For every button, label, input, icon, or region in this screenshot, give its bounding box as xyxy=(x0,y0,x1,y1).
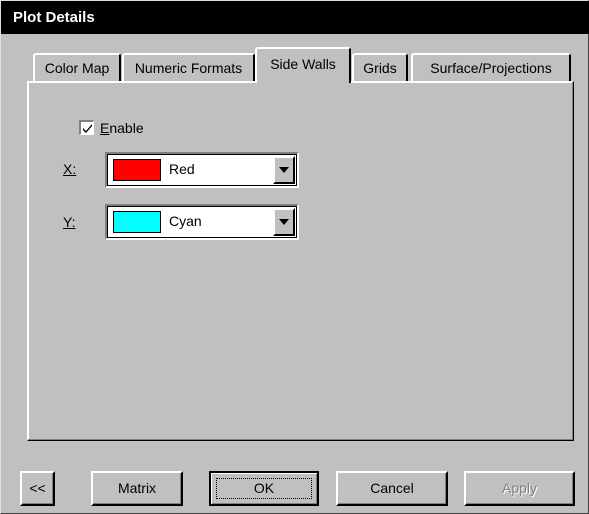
apply-button[interactable]: Apply xyxy=(464,471,575,506)
cancel-button[interactable]: Cancel xyxy=(336,471,448,506)
x-color-dropdown[interactable]: Red xyxy=(105,152,299,188)
plot-details-dialog: Plot Details Color Map Numeric Formats S… xyxy=(0,0,589,514)
y-color-swatch xyxy=(113,211,161,233)
y-dropdown-button[interactable] xyxy=(273,208,295,236)
x-color-value: Red xyxy=(169,161,195,177)
tab-surface-projections[interactable]: Surface/Projections xyxy=(411,53,571,82)
checkmark-icon xyxy=(83,124,92,133)
title-bar[interactable]: Plot Details xyxy=(1,1,589,34)
tab-side-walls[interactable]: Side Walls xyxy=(255,47,351,83)
x-color-swatch xyxy=(113,159,161,181)
window-title: Plot Details xyxy=(13,9,95,26)
tab-numeric-formats[interactable]: Numeric Formats xyxy=(122,53,255,82)
y-color-value: Cyan xyxy=(169,213,202,229)
y-color-label: Y: xyxy=(63,214,76,230)
focus-rectangle xyxy=(216,478,312,499)
x-dropdown-button[interactable] xyxy=(273,156,295,184)
ok-button[interactable]: OK xyxy=(209,471,319,506)
tab-grids[interactable]: Grids xyxy=(352,53,408,82)
dropdown-arrow-icon xyxy=(279,219,289,225)
x-color-label: X: xyxy=(63,161,77,177)
matrix-button[interactable]: Matrix xyxy=(91,471,183,506)
tab-color-map[interactable]: Color Map xyxy=(33,53,121,82)
collapse-button[interactable]: << xyxy=(20,471,55,506)
y-color-dropdown[interactable]: Cyan xyxy=(105,204,299,240)
enable-checkbox[interactable] xyxy=(79,120,94,135)
dropdown-arrow-icon xyxy=(279,167,289,173)
enable-label[interactable]: Enable xyxy=(100,120,144,136)
